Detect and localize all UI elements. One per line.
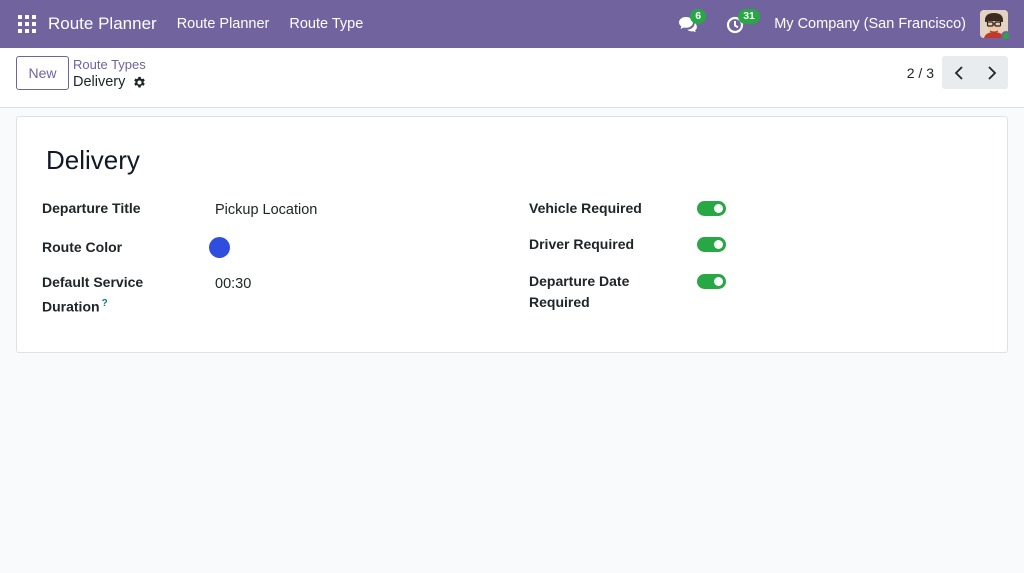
driver-required-label: Driver Required <box>529 236 635 252</box>
help-tooltip-icon[interactable]: ? <box>102 298 108 309</box>
breadcrumb-current-label: Delivery <box>73 74 126 90</box>
route-color-label: Route Color <box>42 239 123 255</box>
vehicle-required-toggle[interactable] <box>697 201 726 216</box>
breadcrumb-current: Delivery <box>73 74 146 90</box>
default-service-duration-label-line2: Duration <box>42 298 100 315</box>
company-switcher[interactable]: My Company (San Francisco) <box>774 16 966 32</box>
menu-item-route-planner[interactable]: Route Planner <box>177 16 270 32</box>
record-title[interactable]: Delivery <box>46 145 140 176</box>
departure-date-required-label-line1: Departure Date <box>529 273 630 289</box>
messages-badge: 6 <box>690 9 707 24</box>
departure-date-required-label-line2: Required <box>529 294 590 310</box>
driver-required-toggle[interactable] <box>697 237 726 252</box>
user-avatar[interactable] <box>980 10 1011 41</box>
departure-date-required-toggle[interactable] <box>697 274 726 289</box>
departure-date-required-label: Departure Date Required <box>529 271 629 313</box>
menu-item-route-type[interactable]: Route Type <box>289 16 363 32</box>
departure-title-label: Departure Title <box>42 200 141 216</box>
systray: 6 31 My Company (San Francisco) <box>678 0 1024 48</box>
pager-next-button[interactable] <box>975 56 1008 89</box>
gear-icon[interactable] <box>133 76 146 89</box>
breadcrumb-route-types[interactable]: Route Types <box>73 57 146 72</box>
apps-menu-icon[interactable] <box>18 15 36 33</box>
new-button[interactable]: New <box>16 56 69 90</box>
departure-title-field[interactable]: Pickup Location <box>215 202 317 218</box>
messages-button[interactable]: 6 <box>678 9 707 35</box>
activities-button[interactable]: 31 <box>726 9 760 35</box>
form-sheet: Delivery Departure Title Pickup Location… <box>16 116 1008 353</box>
chevron-left-icon <box>954 65 963 80</box>
activities-badge: 31 <box>738 9 760 24</box>
pager-previous-button[interactable] <box>942 56 975 89</box>
default-service-duration-label: Default Service Duration? <box>42 272 143 318</box>
pager-value[interactable]: 2 / 3 <box>907 65 934 81</box>
default-service-duration-field[interactable]: 00:30 <box>215 276 251 292</box>
default-service-duration-label-line1: Default Service <box>42 274 144 290</box>
app-brand[interactable]: Route Planner <box>48 14 157 34</box>
chevron-right-icon <box>987 65 996 80</box>
online-status-dot <box>1001 31 1011 41</box>
control-panel: New Route Types Delivery 2 / 3 <box>0 48 1024 108</box>
route-color-picker[interactable] <box>209 237 230 258</box>
top-navbar: Route Planner Route Planner Route Type 6… <box>0 0 1024 48</box>
vehicle-required-label: Vehicle Required <box>529 200 642 216</box>
